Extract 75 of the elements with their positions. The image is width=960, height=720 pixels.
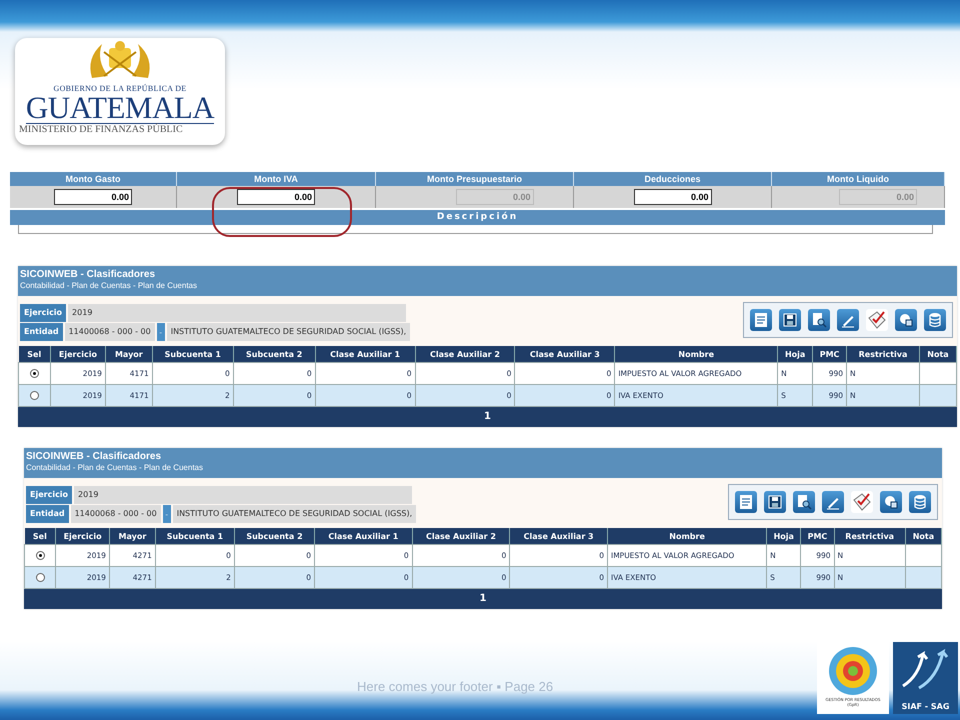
column-header: PMC [812, 346, 847, 362]
amount-field[interactable]: 0.00 [54, 189, 132, 205]
pen-icon[interactable] [822, 491, 844, 513]
field-label: Ejercicio [26, 486, 72, 504]
checklist-icon[interactable] [866, 309, 888, 331]
field-value: INSTITUTO GUATEMALTECO DE SEGURIDAD SOCIAL (IGSS), [166, 323, 410, 341]
column-header: Nota [919, 346, 956, 362]
table-cell [905, 544, 942, 566]
column-header: Subcuenta 2 [234, 528, 315, 544]
column-header: PMC [800, 528, 834, 544]
column-header: Clase Auxiliar 3 [510, 528, 608, 544]
database-icon[interactable] [924, 309, 946, 331]
column-header: Hoja [778, 346, 813, 362]
pager[interactable]: 1 [24, 589, 942, 609]
database-icon[interactable] [909, 491, 931, 513]
column-header: Hoja [766, 528, 801, 544]
column-header: Subcuenta 1 [152, 346, 234, 362]
field-value: 11400068 - 000 - 00 [70, 505, 161, 523]
table-cell [919, 384, 956, 406]
field-value: INSTITUTO GUATEMALTECO DE SEGURIDAD SOCIAL (IGSS), [172, 505, 416, 523]
logo-subtitle: MINISTERIO DE FINANZAS PÚBLIC [19, 124, 183, 136]
column-header: Subcuenta 2 [233, 346, 316, 362]
column-header: Clase Auxiliar 2 [412, 528, 510, 544]
field-value: 11400068 - 000 - 00 [64, 323, 155, 341]
breadcrumb: Contabilidad - Plan de Cuentas - Plan de Cuentas [26, 463, 204, 473]
column-header: Restrictiva [846, 346, 920, 362]
amount-field[interactable]: 0.00 [237, 189, 315, 205]
pen-icon[interactable] [837, 309, 859, 331]
column-header: Ejercicio [50, 346, 106, 362]
radio-button[interactable] [36, 573, 45, 582]
section-header: Descripción [10, 210, 945, 225]
radio-button[interactable] [30, 369, 39, 378]
column-header: Sel [24, 528, 56, 544]
field-value: 2019 [68, 304, 406, 322]
logo-title: SIAF - SAG [902, 702, 950, 711]
footer-text: Here comes your footer ▪ Page 26 [357, 679, 554, 694]
table-cell [905, 566, 942, 588]
column-header: Subcuenta 1 [155, 528, 234, 544]
document-search-icon[interactable] [793, 491, 815, 513]
document-icon[interactable] [750, 309, 772, 331]
checklist-icon[interactable] [851, 491, 873, 513]
column-header: Mayor [109, 528, 156, 544]
column-header: Clase Auxiliar 1 [315, 346, 416, 362]
field-value: 2019 [74, 486, 412, 504]
column-header: Restrictiva [834, 528, 906, 544]
table-cell [919, 362, 956, 384]
pager[interactable]: 1 [18, 407, 957, 427]
logo-title: GUATEMALA [26, 93, 214, 124]
column-header: Sel [18, 346, 50, 362]
column-header: Nombre [614, 346, 778, 362]
column-header: Nombre [607, 528, 767, 544]
column-header: Deducciones [574, 172, 772, 186]
field-label: Entidad [20, 323, 63, 341]
amount-field[interactable]: 0.00 [634, 189, 712, 205]
column-header: Mayor [105, 346, 152, 362]
field-label: Ejercicio [20, 304, 66, 322]
column-header: Clase Auxiliar 3 [514, 346, 615, 362]
panel-title: SICOINWEB - Clasificadores [26, 451, 162, 463]
column-header: Monto Gasto [10, 172, 177, 186]
field-label: Entidad [26, 505, 69, 523]
column-header: Nota [905, 528, 942, 544]
description-field[interactable] [18, 225, 933, 234]
radio-button[interactable] [36, 551, 45, 560]
breadcrumb: Contabilidad - Plan de Cuentas - Plan de Cuentas [20, 281, 198, 291]
document-search-icon[interactable] [808, 309, 830, 331]
panel-title: SICOINWEB - Clasificadores [20, 269, 156, 281]
column-header: Monto Presupuestario [376, 172, 574, 186]
document-icon[interactable] [735, 491, 757, 513]
column-header: Clase Auxiliar 1 [314, 528, 412, 544]
logo-caption: GOBIERNO DE LA REPÚBLICA DE [54, 84, 186, 93]
radio-button[interactable] [30, 391, 39, 400]
column-header: Monto Liquido [772, 172, 945, 186]
column-header: Clase Auxiliar 2 [415, 346, 515, 362]
column-header: Ejercicio [56, 528, 110, 544]
column-header: Monto IVA [177, 172, 376, 186]
